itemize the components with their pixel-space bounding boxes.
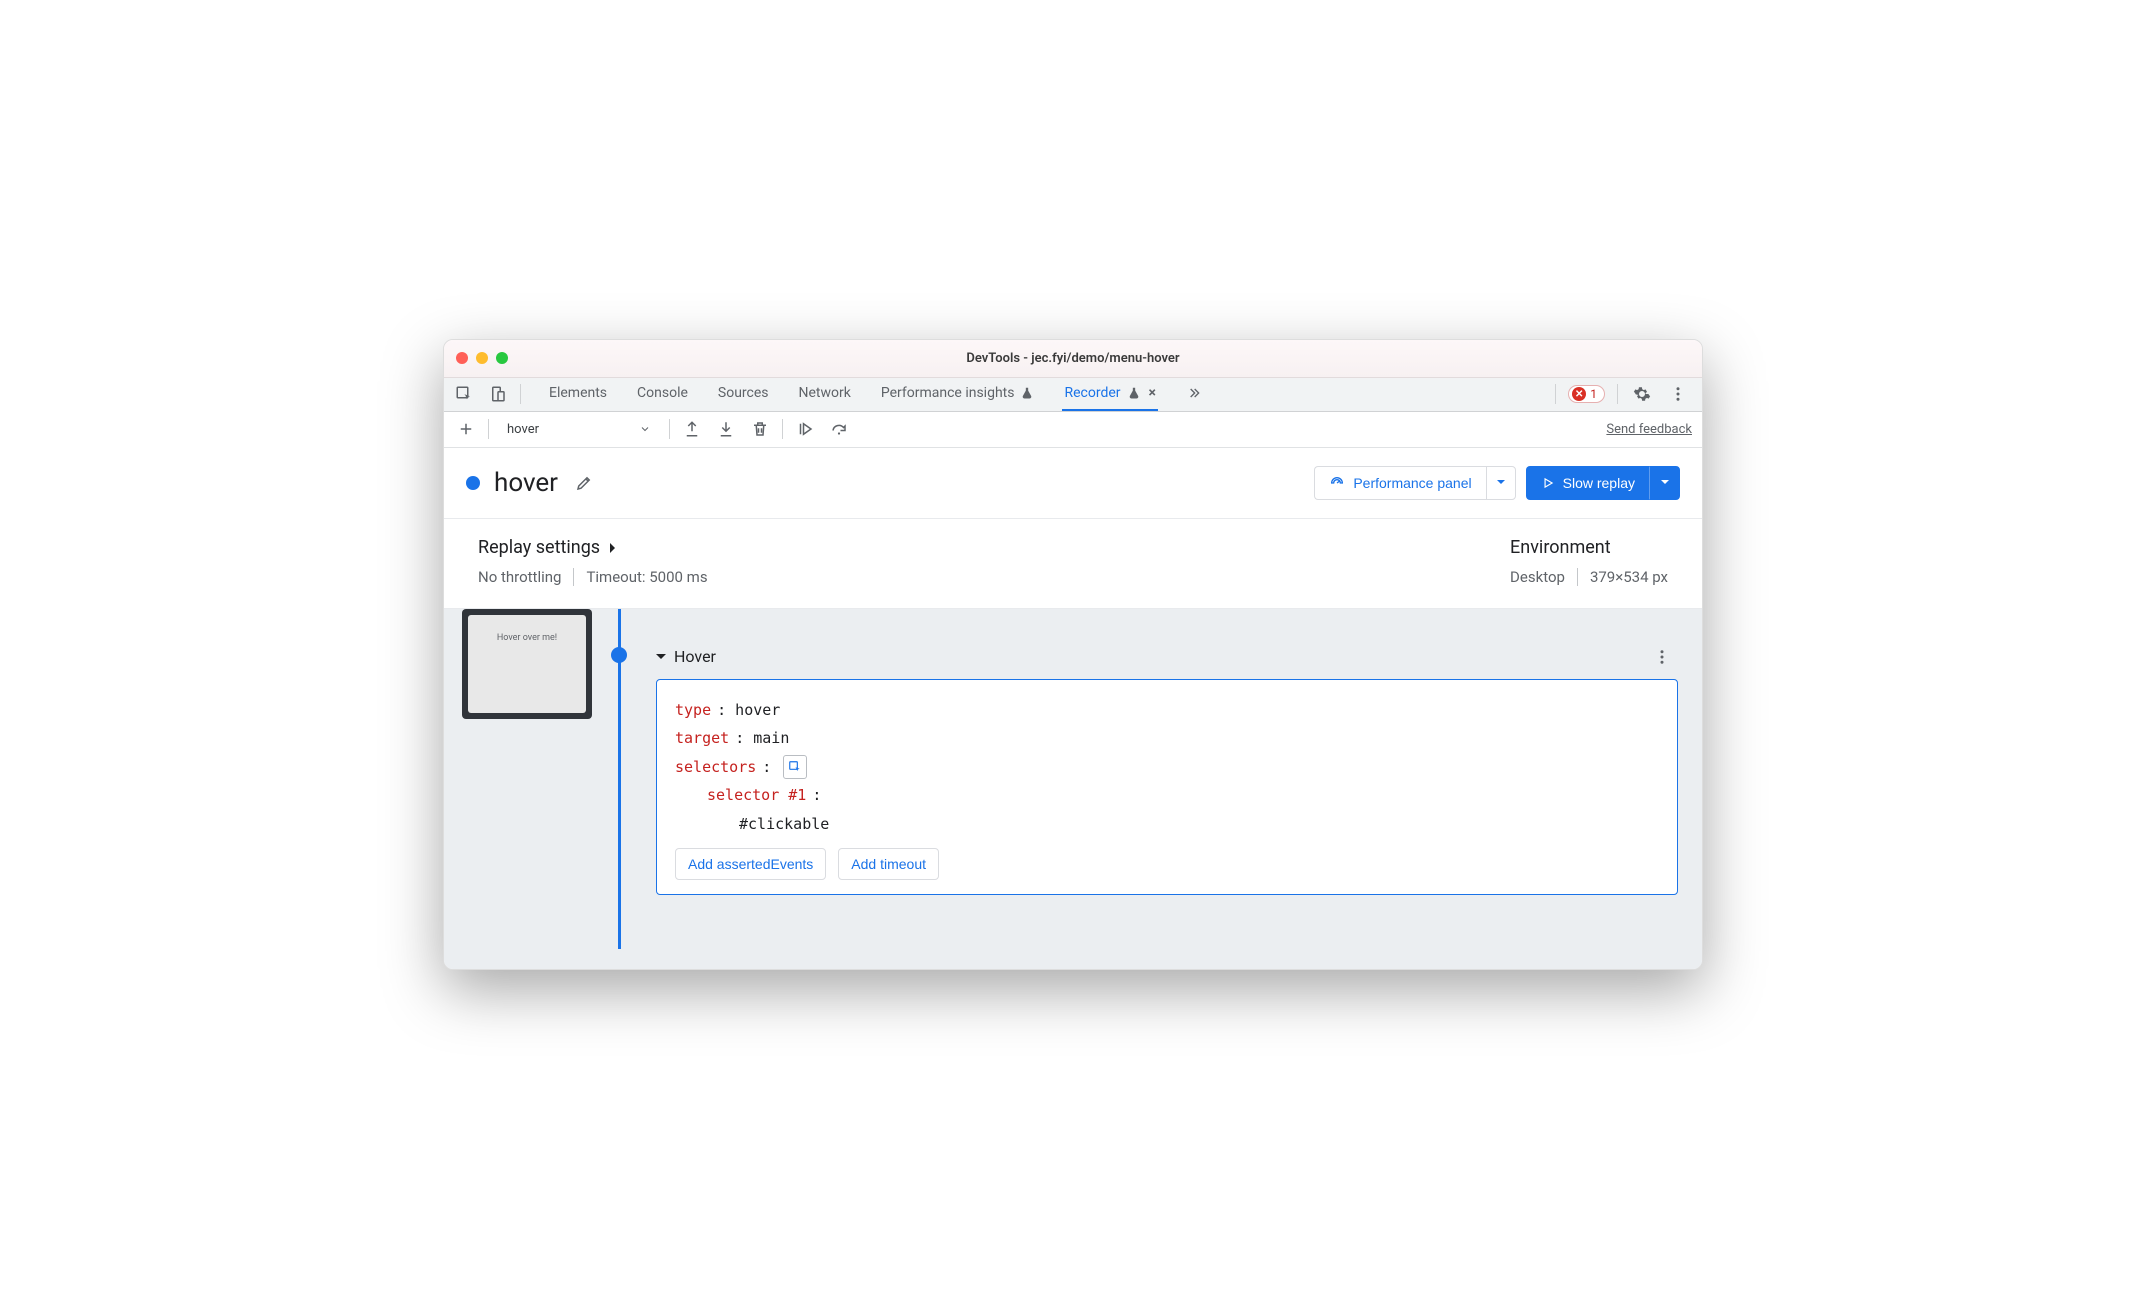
step-details-card: type: hover target: main selectors: sele… (656, 679, 1678, 896)
recording-selector[interactable]: hover (499, 422, 659, 437)
selector-value: #clickable (739, 810, 829, 839)
tab-elements[interactable]: Elements (547, 378, 609, 411)
performance-panel-group: Performance panel (1314, 466, 1515, 500)
tab-label: Elements (549, 385, 607, 401)
prop-val: : hover (717, 696, 780, 725)
panel-tabs-bar: Elements Console Sources Network Perform… (444, 378, 1702, 412)
add-timeout-button[interactable]: Add timeout (838, 848, 939, 880)
recording-selector-value: hover (507, 422, 539, 437)
prop-key: selectors (675, 753, 756, 782)
recording-title: hover (494, 468, 558, 498)
new-recording-button[interactable] (454, 417, 478, 441)
tab-label: Performance insights (881, 385, 1015, 401)
edit-title-icon[interactable] (572, 471, 596, 495)
play-icon (1541, 476, 1555, 490)
pick-selector-button[interactable] (783, 755, 807, 779)
tab-label: Console (637, 385, 688, 401)
settings-gear-icon[interactable] (1630, 382, 1654, 406)
import-icon[interactable] (714, 417, 738, 441)
tab-network[interactable]: Network (797, 378, 853, 411)
divider (1555, 384, 1556, 404)
divider (520, 384, 521, 404)
thumbnail-column: Hover over me! (462, 609, 592, 949)
inspect-icon[interactable] (452, 382, 476, 406)
step-thumbnail[interactable]: Hover over me! (462, 609, 592, 719)
button-label: Slow replay (1563, 475, 1635, 491)
tab-console[interactable]: Console (635, 378, 690, 411)
devtools-window: DevTools - jec.fyi/demo/menu-hover Eleme… (443, 339, 1703, 970)
window-title: DevTools - jec.fyi/demo/menu-hover (444, 351, 1702, 366)
step-kebab-menu[interactable] (1650, 645, 1674, 669)
step-title: Hover (674, 647, 716, 666)
prop-key: target (675, 724, 729, 753)
device-value: Desktop (1510, 568, 1565, 586)
thumbnail-content: Hover over me! (468, 615, 586, 713)
tab-label: Recorder (1064, 385, 1120, 401)
error-icon: ✕ (1572, 387, 1586, 401)
divider (1577, 568, 1578, 586)
performance-panel-button[interactable]: Performance panel (1314, 466, 1485, 500)
tab-performance-insights[interactable]: Performance insights (879, 378, 1037, 411)
step-over-icon[interactable] (827, 417, 851, 441)
timeout-value: Timeout: 5000 ms (586, 568, 707, 586)
recording-status-dot (466, 476, 480, 490)
more-tabs-button[interactable] (1184, 378, 1204, 411)
error-count: 1 (1590, 387, 1597, 401)
kebab-menu-icon[interactable] (1666, 382, 1690, 406)
caret-right-icon (608, 537, 620, 558)
step-header[interactable]: Hover (610, 629, 1684, 679)
colon: : (762, 753, 771, 782)
colon: : (812, 781, 821, 810)
tab-recorder[interactable]: Recorder × (1062, 378, 1157, 411)
prop-val: : main (735, 724, 789, 753)
recorder-toolbar: hover Send feedback (444, 412, 1702, 448)
recording-header: hover Performance panel Slow replay (444, 448, 1702, 519)
titlebar: DevTools - jec.fyi/demo/menu-hover (444, 340, 1702, 378)
export-icon[interactable] (680, 417, 704, 441)
step-marker (611, 647, 627, 663)
flask-icon (1127, 386, 1141, 400)
send-feedback-link[interactable]: Send feedback (1606, 422, 1692, 437)
chevron-down-icon (639, 423, 651, 435)
divider (488, 419, 489, 439)
button-label: Add timeout (851, 856, 926, 872)
replay-settings-toggle[interactable]: Replay settings (478, 537, 708, 558)
divider (782, 419, 783, 439)
tab-label: Network (799, 385, 851, 401)
performance-panel-dropdown[interactable] (1486, 466, 1516, 500)
flask-icon (1020, 386, 1034, 400)
tab-label: Sources (718, 385, 769, 401)
settings-row: Replay settings No throttling Timeout: 5… (444, 519, 1702, 609)
step-hover: Hover type: hover target: main selectors… (610, 629, 1684, 896)
chevron-down-icon (1661, 475, 1669, 491)
replay-dropdown[interactable] (1650, 466, 1680, 500)
error-count-badge[interactable]: ✕ 1 (1568, 385, 1605, 403)
divider (669, 419, 670, 439)
delete-icon[interactable] (748, 417, 772, 441)
device-toolbar-icon[interactable] (486, 382, 510, 406)
prop-key: type (675, 696, 711, 725)
replay-settings-label: Replay settings (478, 537, 600, 558)
slow-replay-button[interactable]: Slow replay (1526, 466, 1650, 500)
chevron-down-icon (1497, 475, 1505, 491)
recorder-body: Hover over me! Hover type: hover target:… (444, 609, 1702, 969)
add-asserted-events-button[interactable]: Add assertedEvents (675, 848, 826, 880)
prop-key: selector #1 (707, 781, 806, 810)
chevron-double-right-icon (1186, 385, 1202, 401)
tab-sources[interactable]: Sources (716, 378, 771, 411)
dimensions-value: 379×534 px (1590, 568, 1668, 586)
button-label: Add assertedEvents (688, 856, 813, 872)
inspect-icon (788, 760, 802, 774)
divider (573, 568, 574, 586)
divider (1617, 384, 1618, 404)
gauge-icon (1329, 475, 1345, 491)
timeline: Hover type: hover target: main selectors… (610, 609, 1684, 949)
environment-label: Environment (1510, 537, 1611, 558)
caret-down-icon (656, 647, 666, 666)
close-tab-icon[interactable]: × (1149, 385, 1156, 401)
button-label: Performance panel (1353, 475, 1471, 491)
replay-group: Slow replay (1526, 466, 1680, 500)
throttling-value: No throttling (478, 568, 561, 586)
continue-icon[interactable] (793, 417, 817, 441)
